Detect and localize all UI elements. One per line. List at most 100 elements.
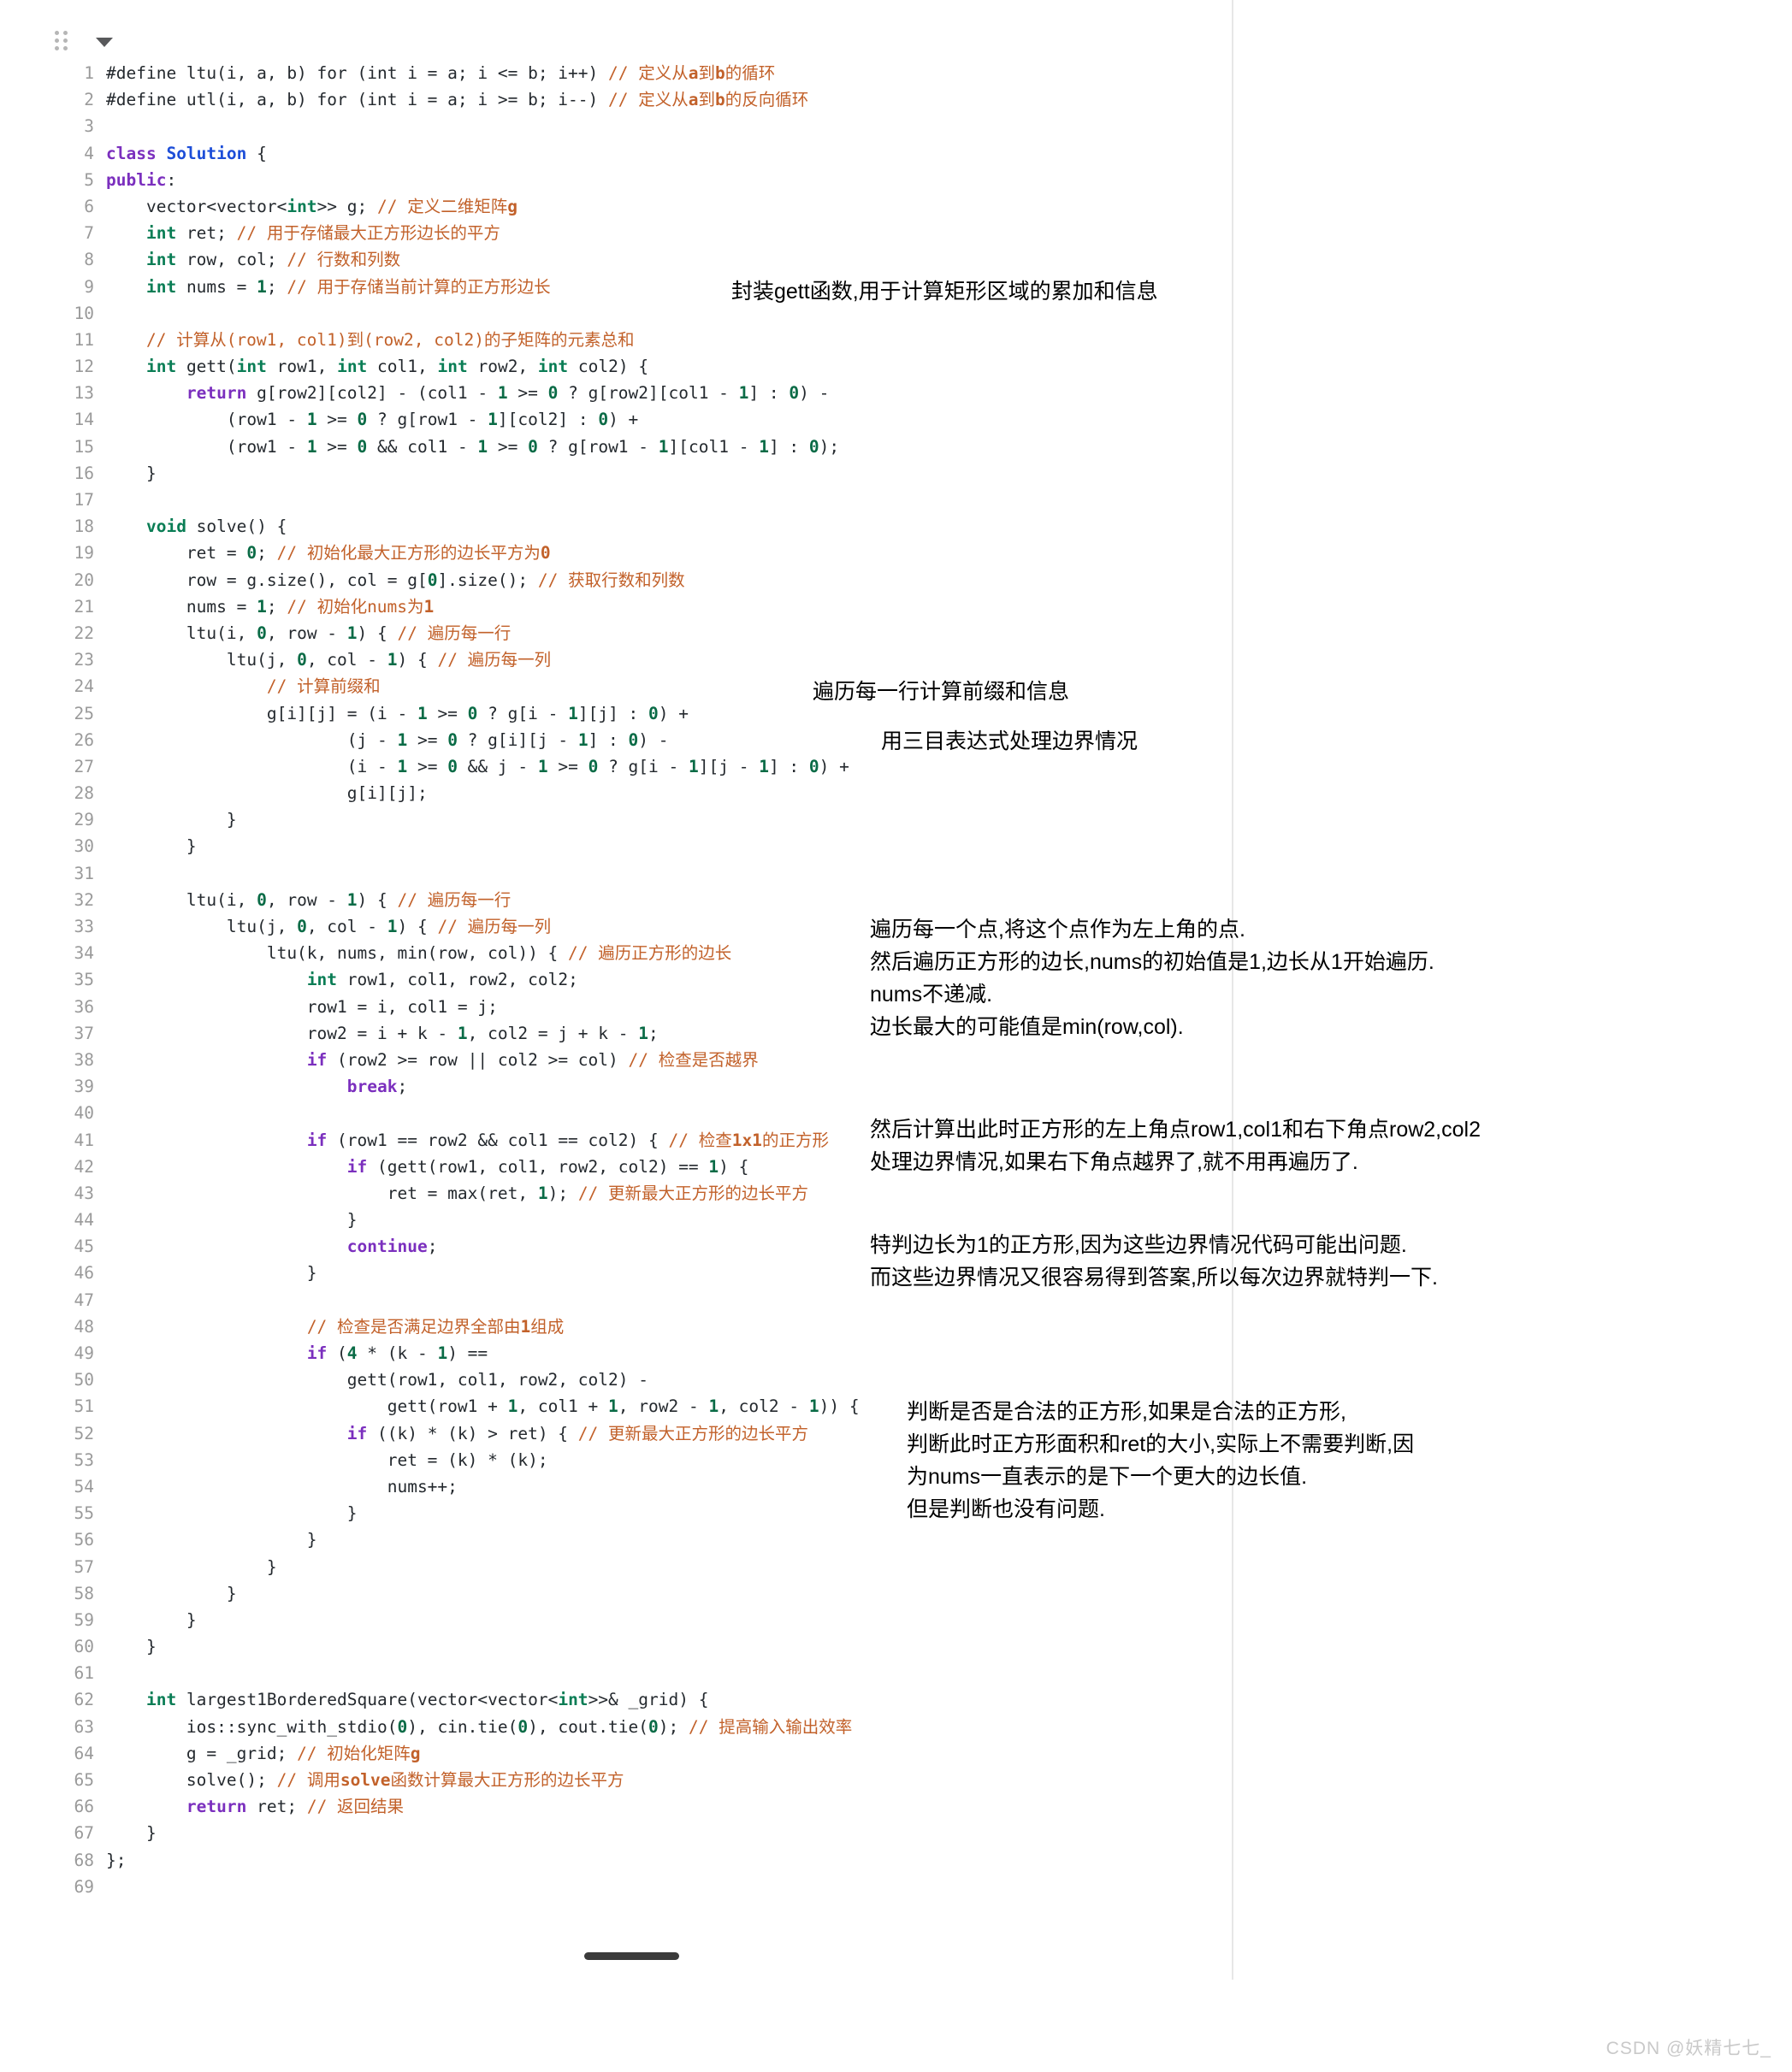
horizontal-scrollbar-thumb[interactable] bbox=[584, 1952, 679, 1960]
line-number: 58 bbox=[74, 1583, 94, 1603]
line-source: } bbox=[106, 1637, 157, 1657]
line-source: ret = (k) * (k); bbox=[106, 1449, 548, 1470]
code-line[interactable]: 1 #define ltu(i, a, b) for (int i = a; i … bbox=[0, 60, 1240, 86]
code-line[interactable]: 38 if (row2 >= row || col2 >= col) // 检查… bbox=[0, 1047, 1240, 1073]
line-number: 25 bbox=[74, 703, 94, 723]
line-number: 49 bbox=[74, 1343, 94, 1363]
code-line[interactable]: 11 // 计算从(row1, col1)到(row2, col2)的子矩阵的元… bbox=[0, 327, 1240, 353]
code-line[interactable]: 48 // 检查是否满足边界全部由1组成 bbox=[0, 1313, 1240, 1340]
code-line[interactable]: 59 } bbox=[0, 1607, 1240, 1633]
code-line[interactable]: 29 } bbox=[0, 806, 1240, 833]
line-number: 43 bbox=[74, 1183, 94, 1203]
line-source: int nums = 1; // 用于存储当前计算的正方形边长 bbox=[145, 276, 551, 297]
line-source: } bbox=[106, 1530, 317, 1550]
code-line[interactable]: 14 (row1 - 1 >= 0 ? g[row1 - 1][col2] : … bbox=[0, 406, 1240, 433]
code-line[interactable]: 2 #define utl(i, a, b) for (int i = a; i … bbox=[0, 86, 1240, 113]
line-source: int row, col; // 行数和列数 bbox=[145, 250, 401, 270]
line-number: 12 bbox=[74, 357, 94, 377]
line-source: ret = 0; // 初始化最大正方形的边长平方为0 bbox=[106, 543, 551, 564]
line-source: #define ltu(i, a, b) for (int i = a; i <… bbox=[106, 63, 776, 83]
line-number: 15 bbox=[74, 436, 94, 457]
code-line[interactable]: 13 return g[row2][col2] - (col1 - 1 >= 0… bbox=[0, 380, 1240, 406]
line-source: gett(row1 + 1, col1 + 1, row2 - 1, col2 … bbox=[106, 1396, 860, 1417]
line-number: 67 bbox=[74, 1823, 94, 1844]
line-number: 63 bbox=[74, 1716, 94, 1737]
line-number: 38 bbox=[74, 1049, 94, 1070]
line-number: 62 bbox=[74, 1690, 94, 1710]
code-line[interactable]: 61 bbox=[0, 1660, 1240, 1686]
code-line[interactable]: 18 void solve() { bbox=[0, 513, 1240, 540]
line-source: int gett(int row1, int col1, int row2, i… bbox=[145, 357, 649, 377]
line-source: // 检查是否满足边界全部由1组成 bbox=[306, 1316, 565, 1337]
line-number: 55 bbox=[74, 1503, 94, 1524]
code-line[interactable]: 67 } bbox=[0, 1820, 1240, 1846]
line-number: 3 bbox=[84, 116, 94, 137]
code-line[interactable]: 21 nums = 1; // 初始化nums为1 bbox=[0, 593, 1240, 620]
line-source: solve(); // 调用solve函数计算最大正方形的边长平方 bbox=[106, 1770, 624, 1790]
line-number: 61 bbox=[74, 1663, 94, 1684]
code-line[interactable]: 16 } bbox=[0, 460, 1240, 487]
drag-dot bbox=[63, 38, 68, 43]
anno-iterate: 遍历每一个点,将这个点作为左上角的点. 然后遍历正方形的边长,nums的初始值是… bbox=[870, 918, 1434, 1039]
line-source: } bbox=[106, 463, 157, 483]
line-number: 2 bbox=[84, 90, 94, 110]
code-line[interactable]: 3 bbox=[0, 113, 1240, 139]
code-line[interactable]: 63 ios::sync_with_stdio(0), cin.tie(0), … bbox=[0, 1714, 1240, 1740]
code-line[interactable]: 62 int largest1BorderedSquare(vector<vec… bbox=[0, 1686, 1240, 1713]
code-line[interactable]: 49 if (4 * (k - 1) == bbox=[0, 1340, 1240, 1367]
code-line[interactable]: 32 ltu(i, 0, row - 1) { // 遍历每一行 bbox=[0, 887, 1240, 913]
code-line[interactable]: 43 ret = max(ret, 1); // 更新最大正方形的边长平方 bbox=[0, 1180, 1240, 1207]
line-source: if (row2 >= row || col2 >= col) // 检查是否越… bbox=[306, 1049, 759, 1070]
code-line[interactable]: 22 ltu(i, 0, row - 1) { // 遍历每一行 bbox=[0, 620, 1240, 646]
code-line[interactable]: 28 g[i][j]; bbox=[0, 780, 1240, 806]
drag-dots-icon[interactable] bbox=[55, 31, 68, 51]
code-line[interactable]: 64 g = _grid; // 初始化矩阵g bbox=[0, 1740, 1240, 1767]
code-line[interactable]: 30 } bbox=[0, 833, 1240, 859]
chevron-down-icon[interactable] bbox=[96, 38, 113, 47]
line-source: g = _grid; // 初始化矩阵g bbox=[106, 1743, 421, 1763]
line-number: 1 bbox=[84, 63, 94, 83]
code-line[interactable]: 65 solve(); // 调用solve函数计算最大正方形的边长平方 bbox=[0, 1767, 1240, 1793]
code-line[interactable]: 12 int gett(int row1, int col1, int row2… bbox=[0, 353, 1240, 380]
code-line[interactable]: 7 int ret; // 用于存储最大正方形边长的平方 bbox=[0, 220, 1240, 246]
line-number: 16 bbox=[74, 463, 94, 483]
line-number: 23 bbox=[74, 650, 94, 670]
line-number: 44 bbox=[74, 1210, 94, 1231]
code-line[interactable]: 39 break; bbox=[0, 1073, 1240, 1100]
line-source: } bbox=[106, 1583, 237, 1603]
watermark: CSDN @妖精七七_ bbox=[1606, 2039, 1771, 2058]
line-source: ios::sync_with_stdio(0), cin.tie(0), cou… bbox=[106, 1716, 853, 1737]
line-source: row = g.size(), col = g[0].size(); // 获取… bbox=[106, 570, 685, 590]
code-line[interactable]: 17 bbox=[0, 487, 1240, 513]
code-line[interactable]: 50 gett(row1, col1, row2, col2) - bbox=[0, 1367, 1240, 1393]
code-line[interactable]: 20 row = g.size(), col = g[0].size(); //… bbox=[0, 567, 1240, 593]
horizontal-scrollbar-track[interactable] bbox=[0, 1960, 1232, 1977]
drag-dot bbox=[55, 38, 59, 43]
code-line[interactable]: 15 (row1 - 1 >= 0 && col1 - 1 >= 0 ? g[r… bbox=[0, 434, 1240, 460]
code-line[interactable]: 23 ltu(j, 0, col - 1) { // 遍历每一列 bbox=[0, 646, 1240, 673]
code-line[interactable]: 60 } bbox=[0, 1633, 1240, 1660]
line-number: 45 bbox=[74, 1237, 94, 1257]
line-source: (i - 1 >= 0 && j - 1 >= 0 ? g[i - 1][j -… bbox=[106, 756, 849, 776]
editor-toolbar bbox=[0, 0, 1792, 60]
code-line[interactable]: 56 } bbox=[0, 1526, 1240, 1553]
line-number: 32 bbox=[74, 889, 94, 910]
line-number: 42 bbox=[74, 1156, 94, 1177]
code-line[interactable]: 57 } bbox=[0, 1554, 1240, 1580]
code-line[interactable]: 68}; bbox=[0, 1847, 1240, 1874]
code-line[interactable]: 19 ret = 0; // 初始化最大正方形的边长平方为0 bbox=[0, 540, 1240, 566]
line-number: 31 bbox=[74, 863, 94, 883]
code-line[interactable]: 58 } bbox=[0, 1580, 1240, 1607]
code-line[interactable]: 8 int row, col; // 行数和列数 bbox=[0, 246, 1240, 273]
line-number: 59 bbox=[74, 1609, 94, 1630]
line-source: ltu(j, 0, col - 1) { // 遍历每一列 bbox=[106, 917, 552, 936]
code-line[interactable]: 31 bbox=[0, 860, 1240, 887]
line-source: break; bbox=[346, 1077, 408, 1097]
code-line[interactable]: 69 bbox=[0, 1874, 1240, 1900]
code-line[interactable]: 6 vector<vector<int>> g; // 定义二维矩阵g bbox=[0, 193, 1240, 220]
code-line[interactable]: 66 return ret; // 返回结果 bbox=[0, 1793, 1240, 1820]
code-line[interactable]: 4 class Solution { bbox=[0, 140, 1240, 167]
line-number: 47 bbox=[74, 1290, 94, 1310]
code-line[interactable]: 5 public: bbox=[0, 167, 1240, 193]
line-source: row2 = i + k - 1, col2 = j + k - 1; bbox=[106, 1023, 659, 1043]
